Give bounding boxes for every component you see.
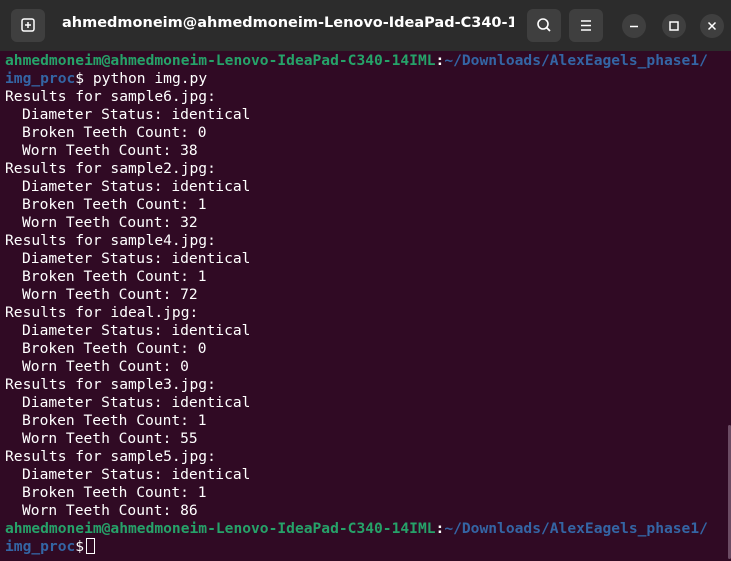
broken-teeth-count: Broken Teeth Count: 1 <box>22 484 207 501</box>
command-text: python img.py <box>84 70 208 87</box>
result-header: Results for sample4.jpg: <box>5 232 216 249</box>
broken-teeth-count: Broken Teeth Count: 1 <box>22 196 207 213</box>
terminal-output[interactable]: ahmedmoneim@ahmedmoneim-Lenovo-IdeaPad-C… <box>5 52 729 556</box>
broken-teeth-count: Broken Teeth Count: 1 <box>22 268 207 285</box>
prompt-line-continued: img_proc$ python img.py <box>5 70 729 88</box>
new-tab-button[interactable] <box>11 9 45 42</box>
result-header: Results for ideal.jpg: <box>5 304 199 321</box>
minimize-button[interactable] <box>622 14 646 38</box>
worn-teeth-count: Worn Teeth Count: 0 <box>22 358 189 375</box>
terminal-window: ahmedmoneim@ahmedmoneim-Lenovo-IdeaPad-C… <box>0 0 731 561</box>
worn-teeth-count: Worn Teeth Count: 38 <box>22 142 198 159</box>
close-icon <box>707 21 717 31</box>
worn-teeth-count: Worn Teeth Count: 32 <box>22 214 198 231</box>
prompt-colon: : <box>435 520 445 537</box>
prompt-user-host: ahmedmoneim@ahmedmoneim-Lenovo-IdeaPad-C… <box>5 520 436 537</box>
prompt-colon: : <box>435 52 445 69</box>
text-cursor <box>86 538 96 554</box>
worn-teeth-count: Worn Teeth Count: 55 <box>22 430 198 447</box>
maximize-button[interactable] <box>662 14 686 38</box>
result-header: Results for sample3.jpg: <box>5 376 216 393</box>
maximize-icon <box>669 21 679 31</box>
prompt-line: ahmedmoneim@ahmedmoneim-Lenovo-IdeaPad-C… <box>5 520 729 538</box>
result-header: Results for sample6.jpg: <box>5 88 216 105</box>
prompt-path-continued: img_proc <box>5 538 76 555</box>
result-header: Results for sample5.jpg: <box>5 448 216 465</box>
search-button[interactable] <box>527 9 561 42</box>
diameter-status: Diameter Status: identical <box>22 322 251 339</box>
close-button[interactable] <box>700 14 724 38</box>
prompt-path: ~/Downloads/AlexEagels_phase1/ <box>444 520 708 537</box>
broken-teeth-count: Broken Teeth Count: 1 <box>22 412 207 429</box>
broken-teeth-count: Broken Teeth Count: 0 <box>22 340 207 357</box>
prompt-path-continued: img_proc <box>5 70 76 87</box>
diameter-status: Diameter Status: identical <box>22 178 251 195</box>
new-tab-icon <box>21 18 35 32</box>
menu-button[interactable] <box>569 9 603 42</box>
worn-teeth-count: Worn Teeth Count: 86 <box>22 502 198 519</box>
window-title: ahmedmoneim@ahmedmoneim-Lenovo-IdeaPad-C… <box>62 15 514 31</box>
minimize-icon <box>630 25 638 28</box>
prompt-user-host: ahmedmoneim@ahmedmoneim-Lenovo-IdeaPad-C… <box>5 52 436 69</box>
broken-teeth-count: Broken Teeth Count: 0 <box>22 124 207 141</box>
prompt-dollar: $ <box>75 538 85 555</box>
worn-teeth-count: Worn Teeth Count: 72 <box>22 286 198 303</box>
prompt-path: ~/Downloads/AlexEagels_phase1/ <box>444 52 708 69</box>
diameter-status: Diameter Status: identical <box>22 466 251 483</box>
prompt-dollar: $ <box>75 70 85 87</box>
diameter-status: Diameter Status: identical <box>22 106 251 123</box>
prompt-line-continued: img_proc$ <box>5 538 729 556</box>
search-icon <box>537 18 551 32</box>
hamburger-menu-icon <box>581 20 591 31</box>
result-header: Results for sample2.jpg: <box>5 160 216 177</box>
diameter-status: Diameter Status: identical <box>22 250 251 267</box>
header-bar: ahmedmoneim@ahmedmoneim-Lenovo-IdeaPad-C… <box>0 0 731 51</box>
prompt-line: ahmedmoneim@ahmedmoneim-Lenovo-IdeaPad-C… <box>5 52 729 70</box>
diameter-status: Diameter Status: identical <box>22 394 251 411</box>
